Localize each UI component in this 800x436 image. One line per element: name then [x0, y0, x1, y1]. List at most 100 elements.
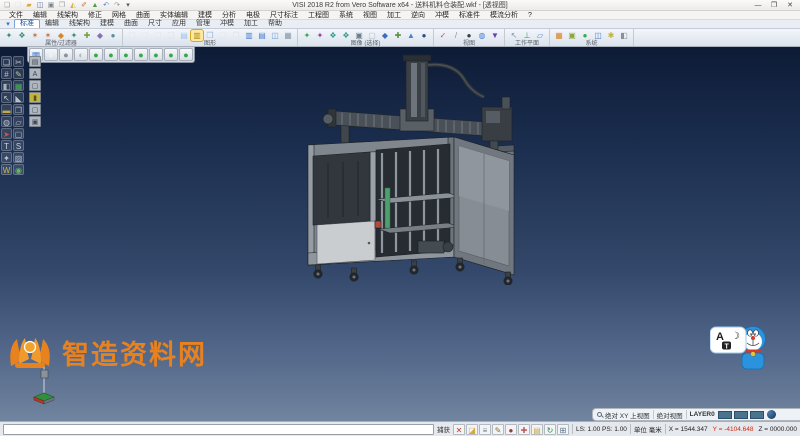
- ribbon-tab[interactable]: 帮助: [263, 20, 287, 28]
- color-swatch[interactable]: [718, 411, 732, 419]
- view-orientation-icon[interactable]: ●: [44, 48, 58, 61]
- ribbon-tool-icon[interactable]: ✚: [81, 30, 93, 41]
- color-swatch[interactable]: [750, 411, 764, 419]
- ribbon-tool-icon[interactable]: ❑: [152, 30, 164, 41]
- menu-item[interactable]: ?: [523, 11, 537, 20]
- palette-tool-icon[interactable]: T: [1, 140, 12, 151]
- palette-tool-icon[interactable]: ✦: [1, 152, 12, 163]
- ribbon-tool-icon[interactable]: ⊥: [521, 30, 533, 41]
- ribbon-tool-icon[interactable]: ✶: [29, 30, 41, 41]
- absolute-view-label[interactable]: 绝对视图: [657, 410, 683, 420]
- palette-tool-icon[interactable]: ✎: [13, 68, 24, 79]
- ribbon-tool-icon[interactable]: ◍: [476, 30, 488, 41]
- minimize-button[interactable]: —: [750, 1, 766, 10]
- quick-access-icon[interactable]: ↶: [101, 1, 111, 10]
- ime-doraemon-sticker[interactable]: A ☽ T: [710, 323, 766, 373]
- ribbon-tool-icon[interactable]: ◆: [55, 30, 67, 41]
- palette-tool-icon[interactable]: ❏: [1, 56, 12, 67]
- ribbon-tab[interactable]: 冲模: [215, 20, 239, 28]
- quick-access-icon[interactable]: ↷: [112, 1, 122, 10]
- ribbon-tool-icon[interactable]: ▼: [489, 30, 501, 41]
- ribbon-tool-icon[interactable]: /: [450, 30, 462, 41]
- view-orientation-icon[interactable]: ●: [59, 48, 73, 61]
- strip-button-icon[interactable]: ▤: [29, 56, 41, 67]
- quick-access-icon[interactable]: ▰: [24, 1, 34, 10]
- strip-button-icon[interactable]: ▣: [29, 116, 41, 127]
- palette-tool-icon[interactable]: ◣: [13, 92, 24, 103]
- ribbon-tab[interactable]: 应用: [167, 20, 191, 28]
- ribbon-tool-icon[interactable]: ✶: [42, 30, 54, 41]
- ribbon-tool-icon[interactable]: ❑: [165, 30, 177, 41]
- palette-tool-icon[interactable]: ❐: [13, 104, 24, 115]
- ribbon-tab[interactable]: 尺寸: [143, 20, 167, 28]
- snap-toggle-icon[interactable]: ✕: [453, 424, 465, 435]
- view-orientation-icon[interactable]: ●: [164, 48, 178, 61]
- quick-access-icon[interactable]: ▾: [123, 1, 133, 10]
- menu-item[interactable]: 模流分析: [485, 11, 523, 20]
- ribbon-tool-icon[interactable]: ✚: [392, 30, 404, 41]
- ribbon-tool-icon[interactable]: ▦: [282, 30, 294, 41]
- ribbon-tab[interactable]: 建模: [95, 20, 119, 28]
- view-orientation-icon[interactable]: ●: [89, 48, 103, 61]
- ribbon-tool-icon[interactable]: ◫: [592, 30, 604, 41]
- ribbon-tool-icon[interactable]: ❖: [327, 30, 339, 41]
- palette-tool-icon[interactable]: ▬: [1, 104, 12, 115]
- units-readout[interactable]: 单位 毫米: [634, 424, 662, 434]
- strip-button-icon[interactable]: ▢: [29, 104, 41, 115]
- ribbon-tool-icon[interactable]: ▱: [534, 30, 546, 41]
- view-orientation-icon[interactable]: ●: [179, 48, 193, 61]
- menu-item[interactable]: 视图: [358, 11, 382, 20]
- palette-tool-icon[interactable]: #: [1, 68, 12, 79]
- ribbon-tool-icon[interactable]: ▤: [178, 30, 190, 41]
- palette-tool-icon[interactable]: ◍: [1, 116, 12, 127]
- ribbon-tool-icon[interactable]: ✦: [314, 30, 326, 41]
- 3d-viewport[interactable]: ▦●●◐●●●●●●● ❏✂#✎◧▦↖◣▬❐◍▱➤▢TS✦▨W◉ ▤A▢▮▢▣: [0, 47, 800, 421]
- quick-access-icon[interactable]: ▣: [46, 1, 56, 10]
- ribbon-tool-icon[interactable]: ●: [579, 30, 591, 41]
- ribbon-tool-icon[interactable]: ◧: [618, 30, 630, 41]
- palette-tool-icon[interactable]: S: [13, 140, 24, 151]
- ribbon-tab[interactable]: 线架构: [64, 20, 95, 28]
- ribbon-tab[interactable]: 曲面: [119, 20, 143, 28]
- menu-item[interactable]: 冲模: [430, 11, 454, 20]
- color-swatch[interactable]: [734, 411, 748, 419]
- palette-tool-icon[interactable]: ◉: [13, 164, 24, 175]
- tab-options-icon[interactable]: ▾: [2, 20, 14, 28]
- palette-tool-icon[interactable]: ◧: [1, 80, 12, 91]
- ribbon-tool-icon[interactable]: ▥: [191, 30, 203, 41]
- ribbon-tool-icon[interactable]: ▲: [405, 30, 417, 41]
- ribbon-tool-icon[interactable]: ▢: [366, 30, 378, 41]
- ribbon-tool-icon[interactable]: ▣: [566, 30, 578, 41]
- view-orientation-icon[interactable]: ●: [104, 48, 118, 61]
- snap-toggle-icon[interactable]: ●: [505, 424, 517, 435]
- view-orientation-icon[interactable]: ●: [149, 48, 163, 61]
- snap-toggle-icon[interactable]: ◪: [466, 424, 478, 435]
- ribbon-tool-icon[interactable]: ◆: [94, 30, 106, 41]
- view-orientation-icon[interactable]: ◐: [74, 48, 88, 61]
- snap-toggle-icon[interactable]: ▤: [531, 424, 543, 435]
- ribbon-tab[interactable]: 加工: [239, 20, 263, 28]
- ribbon-tool-icon[interactable]: ▤: [256, 30, 268, 41]
- ribbon-tool-icon[interactable]: ▥: [243, 30, 255, 41]
- palette-tool-icon[interactable]: W: [1, 164, 12, 175]
- palette-tool-icon[interactable]: ✂: [13, 56, 24, 67]
- maximize-button[interactable]: ❐: [766, 1, 782, 10]
- cad-model-machine[interactable]: [278, 53, 518, 285]
- quick-access-icon[interactable]: ❏: [13, 1, 23, 10]
- ribbon-tool-icon[interactable]: ◫: [269, 30, 281, 41]
- quick-access-icon[interactable]: ◭: [68, 1, 78, 10]
- command-prompt-input[interactable]: [3, 424, 434, 435]
- palette-tool-icon[interactable]: ↖: [1, 92, 12, 103]
- ribbon-tool-icon[interactable]: ↖: [508, 30, 520, 41]
- quick-access-icon[interactable]: ▲: [90, 1, 100, 10]
- menu-item[interactable]: 工程图: [303, 11, 334, 20]
- ribbon-tool-icon[interactable]: ❖: [340, 30, 352, 41]
- view-orientation-icon[interactable]: ●: [119, 48, 133, 61]
- close-button[interactable]: ✕: [782, 1, 798, 10]
- ribbon-tool-icon[interactable]: ●: [418, 30, 430, 41]
- ribbon-tab[interactable]: 标准: [14, 19, 40, 28]
- palette-tool-icon[interactable]: ▢: [13, 128, 24, 139]
- ribbon-tool-icon[interactable]: ✱: [605, 30, 617, 41]
- ribbon-tool-icon[interactable]: ❖: [16, 30, 28, 41]
- quick-access-icon[interactable]: ❏: [2, 1, 12, 10]
